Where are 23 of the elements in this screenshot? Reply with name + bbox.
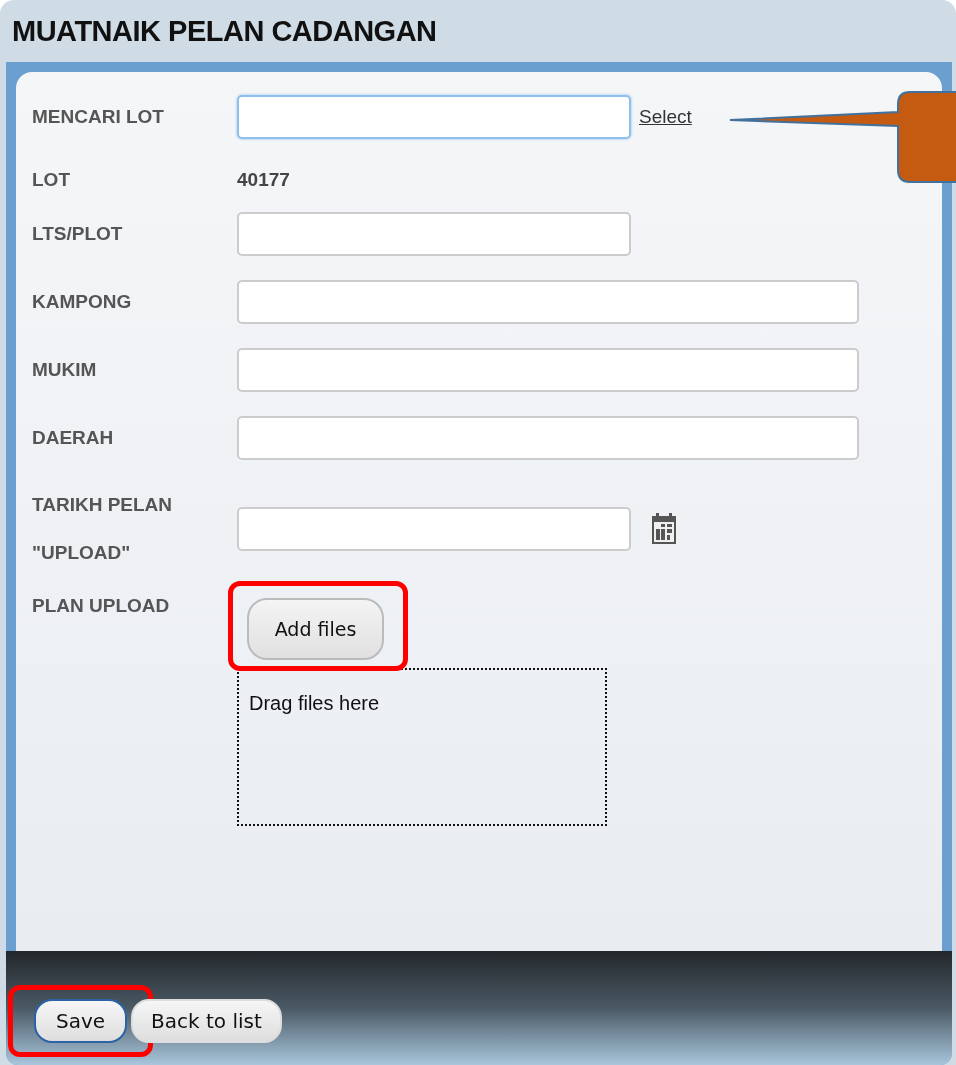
field-label: PLAN UPLOAD <box>32 594 171 618</box>
field-label: DAERAH <box>32 426 115 450</box>
input-field[interactable] <box>237 212 631 256</box>
input-field[interactable] <box>237 348 859 392</box>
field-label: LTS/PLOT <box>32 222 124 246</box>
date-field[interactable] <box>237 507 631 551</box>
window-title: MUATNAIK PELAN CADANGAN <box>12 14 437 48</box>
field-label: KAMPONG <box>32 290 133 314</box>
drop-zone[interactable]: Drag files here <box>237 668 607 826</box>
select-link[interactable]: Select <box>639 106 692 128</box>
input-field[interactable] <box>237 416 859 460</box>
input-field[interactable] <box>237 280 859 324</box>
calendar-icon[interactable] <box>651 513 677 545</box>
add-files-button[interactable]: Add files <box>247 598 384 660</box>
field-value: 40177 <box>237 169 290 191</box>
field-label: MENCARI LOT <box>32 105 165 129</box>
drop-zone-hint: Drag files here <box>249 692 380 714</box>
footer-button[interactable]: Save <box>34 999 128 1043</box>
field-label: LOT <box>32 168 71 192</box>
field-label: TARIKH PELAN "UPLOAD" <box>32 493 174 565</box>
search-field[interactable] <box>237 95 631 139</box>
field-label: MUKIM <box>32 358 98 382</box>
footer-button[interactable]: Back to list <box>131 999 282 1043</box>
